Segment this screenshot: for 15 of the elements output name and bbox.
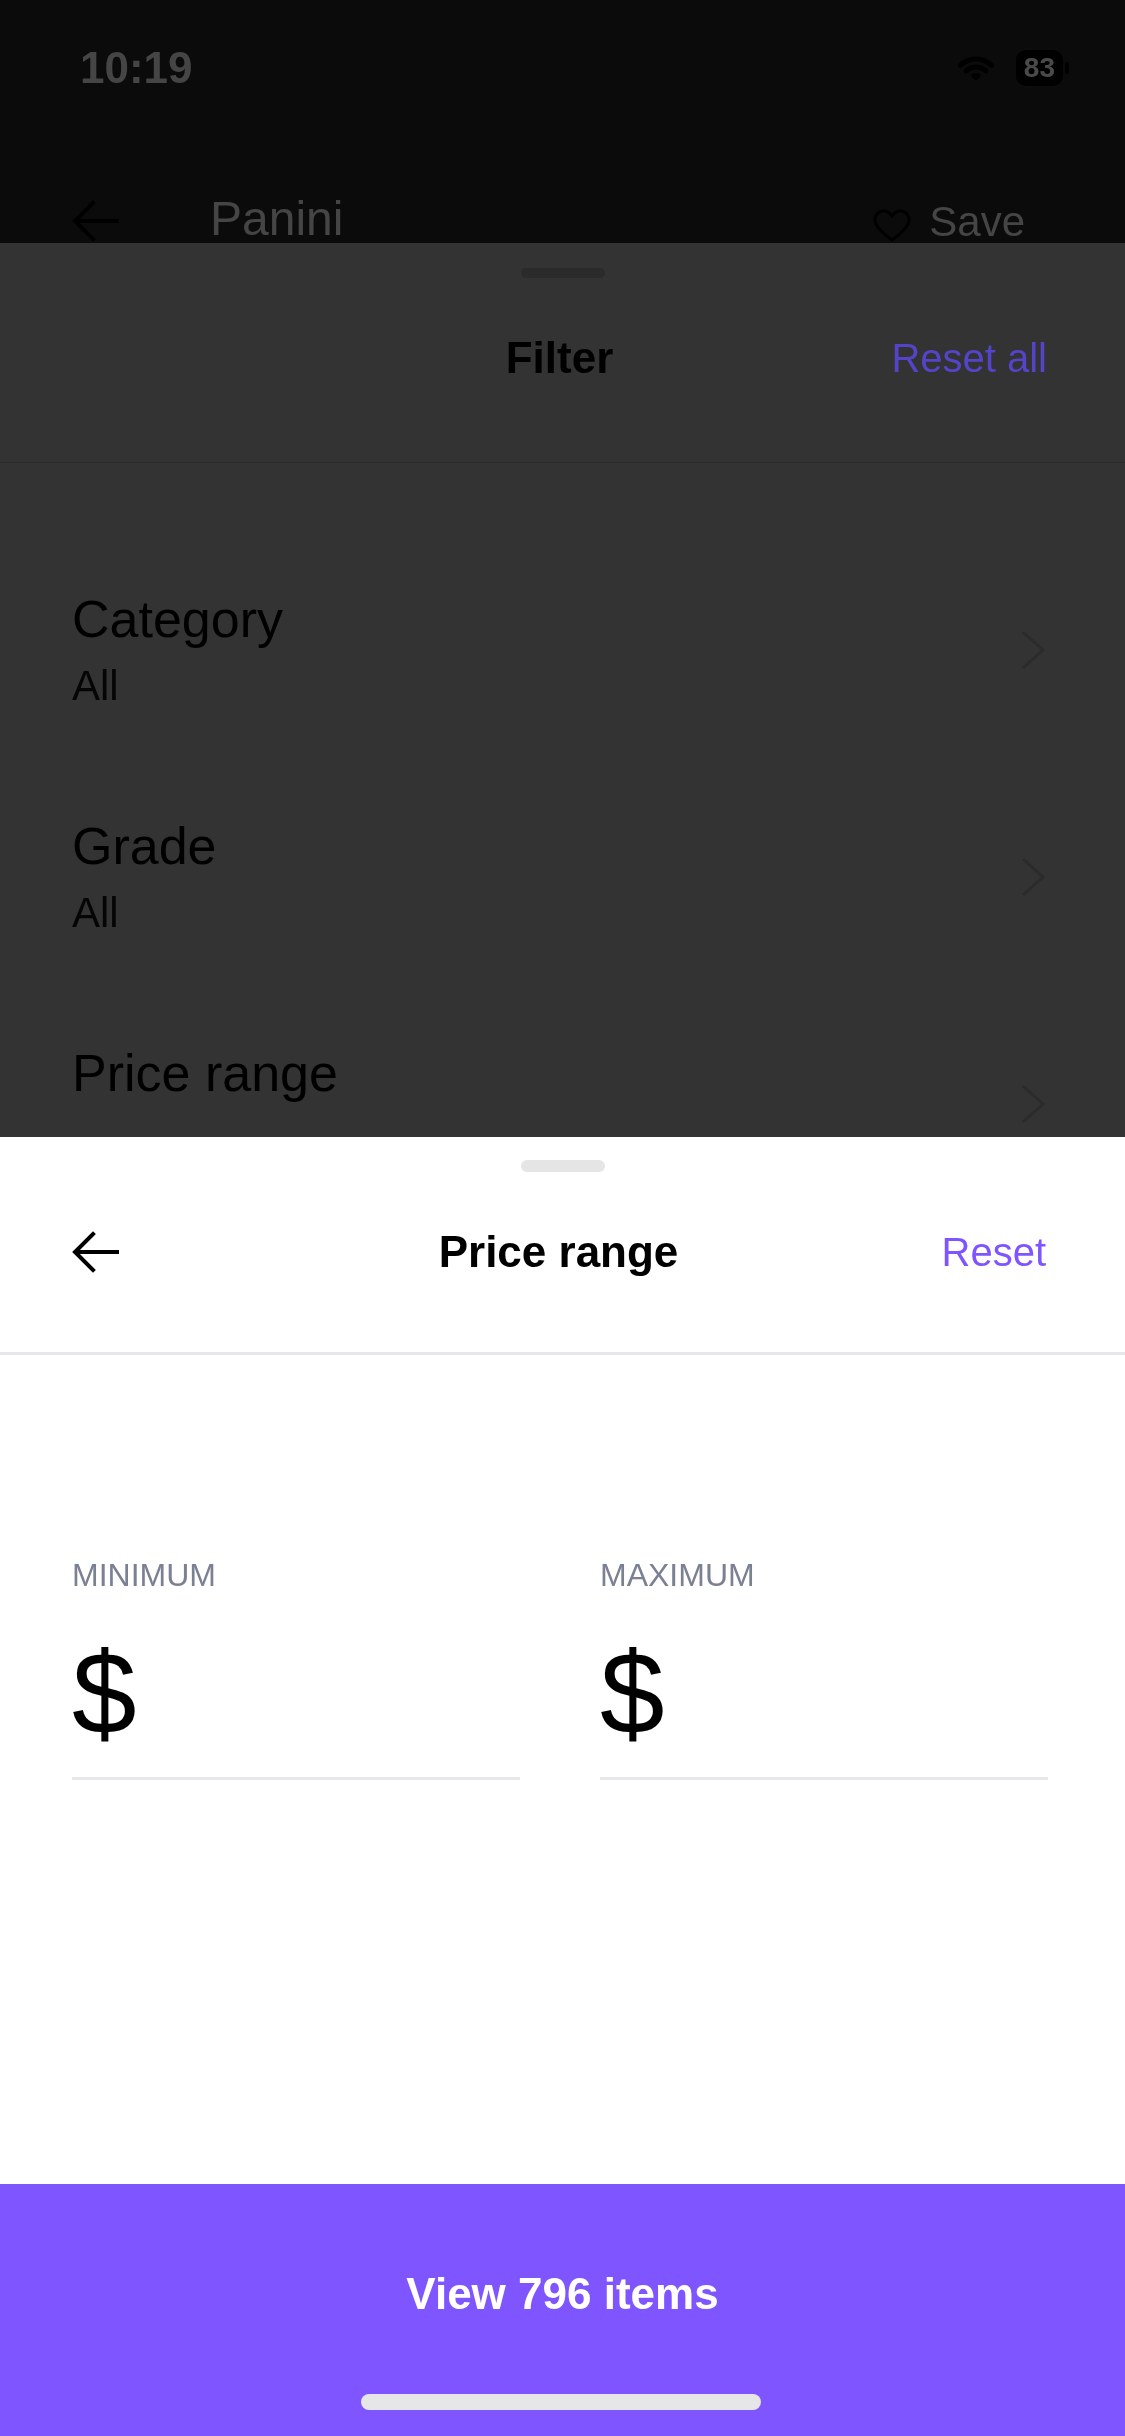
reset-link[interactable]: Reset xyxy=(941,1232,1046,1272)
save-button[interactable]: Save xyxy=(873,201,1025,243)
field-label: MINIMUM xyxy=(72,1559,217,1591)
field-label: MAXIMUM xyxy=(600,1559,756,1591)
heart-icon[interactable] xyxy=(873,209,912,243)
price-input-field[interactable]: $ xyxy=(600,1635,1048,1780)
status-time: 10:19 xyxy=(80,46,193,90)
battery-indicator: 83 xyxy=(1015,50,1069,86)
sheet-title: Price range xyxy=(438,1230,679,1274)
view-items-button[interactable]: View 796 items xyxy=(0,2184,1125,2436)
back-arrow-icon[interactable] xyxy=(71,1230,119,1274)
reset-all-link[interactable]: Reset all xyxy=(891,337,1047,378)
drag-handle[interactable] xyxy=(520,1160,605,1172)
price-input-field[interactable]: $ xyxy=(72,1635,520,1780)
page-title: Panini xyxy=(210,195,344,243)
